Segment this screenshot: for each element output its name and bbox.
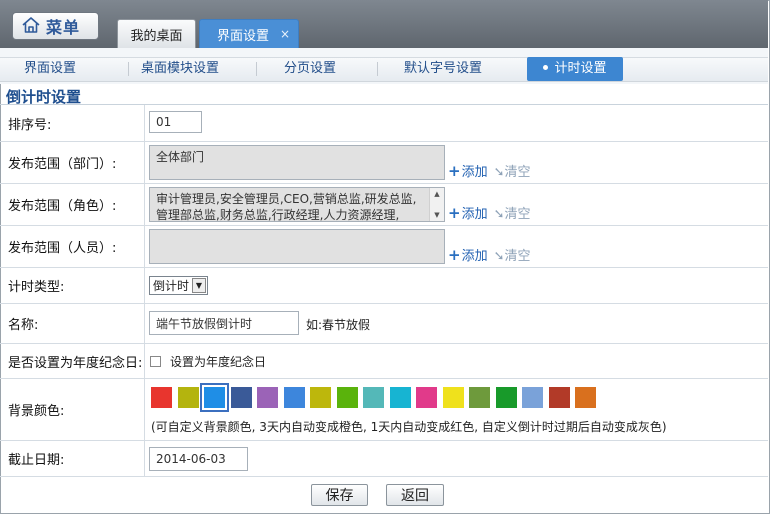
color-swatch[interactable] <box>363 387 384 408</box>
sub-nav: 界面设置 桌面模块设置 分页设置 默认字号设置 计时设置 <box>0 48 768 84</box>
subnav-item-desktop-modules[interactable]: 桌面模块设置 <box>125 57 235 81</box>
color-swatch[interactable] <box>495 387 517 408</box>
color-swatch[interactable] <box>310 387 331 408</box>
subnav-item-font-size[interactable]: 默认字号设置 <box>388 57 498 81</box>
divider <box>377 62 378 76</box>
color-swatch[interactable] <box>522 387 543 408</box>
field-label: 发布范围（角色）: <box>0 184 145 225</box>
add-dept-button[interactable]: +添加 <box>448 161 488 180</box>
clear-label: 清空 <box>504 165 531 180</box>
scroll-up-icon[interactable]: ▲ <box>430 188 444 200</box>
clear-dept-button[interactable]: ➘清空 <box>494 161 531 180</box>
save-button[interactable]: 保存 <box>311 484 368 506</box>
add-label: 添加 <box>461 165 488 180</box>
checkbox-label: 设置为年度纪念日 <box>170 355 267 369</box>
row-role: 发布范围（角色）: 审计管理员,安全管理员,CEO,营销总监,研发总监,管理部总… <box>0 184 768 226</box>
menu-label: 菜单 <box>46 18 81 37</box>
color-swatch[interactable] <box>548 387 570 408</box>
clear-label: 清空 <box>504 207 531 222</box>
top-bar: 菜单 我的桌面 界面设置 × <box>0 0 768 48</box>
tab-ui-settings[interactable]: 界面设置 × <box>199 19 299 48</box>
name-input[interactable]: 端午节放假倒计时 <box>149 311 299 335</box>
select-value: 倒计时 <box>153 279 190 293</box>
color-swatch[interactable] <box>257 387 278 408</box>
row-name: 名称: 端午节放假倒计时 如:春节放假 <box>0 304 768 344</box>
subnav-item-ui-settings[interactable]: 界面设置 <box>5 57 95 81</box>
tab-label: 我的桌面 <box>130 28 183 44</box>
row-timer-type: 计时类型: 倒计时 ▼ <box>0 268 768 304</box>
row-person: 发布范围（人员）: +添加 ➘清空 <box>0 226 768 268</box>
field-label: 背景颜色: <box>0 379 145 440</box>
field-label: 发布范围（人员）: <box>0 226 145 267</box>
row-deadline: 截止日期: 2014-06-03 <box>0 441 768 477</box>
tab-label: 界面设置 <box>217 28 270 44</box>
divider <box>256 62 257 76</box>
plus-icon: + <box>448 162 461 180</box>
add-label: 添加 <box>461 249 488 264</box>
subnav-item-label: 计时设置 <box>554 61 607 76</box>
add-person-button[interactable]: +添加 <box>448 245 488 264</box>
field-label: 发布范围（部门）: <box>0 142 145 183</box>
color-swatch[interactable] <box>283 387 305 408</box>
dept-textarea[interactable]: 全体部门 <box>149 145 445 180</box>
person-textarea[interactable] <box>149 229 445 264</box>
menu-button[interactable]: 菜单 <box>12 12 99 40</box>
arrow-icon: ➘ <box>493 165 505 180</box>
color-swatch[interactable] <box>151 387 172 408</box>
back-button[interactable]: 返回 <box>386 484 444 506</box>
plus-icon: + <box>448 246 461 264</box>
name-example: 如:春节放假 <box>306 318 371 332</box>
color-hint: (可自定义背景颜色, 3天内自动变成橙色, 1天内自动变成红色, 自定义倒计时过… <box>151 420 667 434</box>
subnav-item-paging[interactable]: 分页设置 <box>260 57 360 81</box>
color-swatch[interactable] <box>442 387 464 408</box>
field-label: 截止日期: <box>0 441 145 476</box>
scrollbar[interactable]: ▲ ▼ <box>429 188 444 221</box>
clear-role-button[interactable]: ➘清空 <box>494 203 531 222</box>
color-swatch[interactable] <box>389 387 411 408</box>
subnav-item-timer[interactable]: 计时设置 <box>527 57 623 81</box>
timer-type-select[interactable]: 倒计时 ▼ <box>149 276 208 295</box>
field-label: 计时类型: <box>0 268 145 303</box>
close-icon[interactable]: × <box>280 27 290 41</box>
row-bgcolor: 背景颜色: (可自定义背景颜色, 3天内自动变成橙色, 1天内自动变成红色, 自… <box>0 379 768 441</box>
arrow-icon: ➘ <box>493 249 505 264</box>
color-swatch[interactable] <box>200 383 229 412</box>
field-label: 是否设置为年度纪念日: <box>0 344 145 378</box>
color-swatch[interactable] <box>416 387 437 408</box>
field-label: 名称: <box>0 304 145 343</box>
row-anniversary: 是否设置为年度纪念日: 设置为年度纪念日 <box>0 344 768 379</box>
add-label: 添加 <box>461 207 488 222</box>
scroll-down-icon[interactable]: ▼ <box>430 209 444 221</box>
tab-my-desktop[interactable]: 我的桌面 <box>117 19 196 48</box>
active-dot-icon <box>543 65 549 70</box>
arrow-icon: ➘ <box>493 207 505 222</box>
color-swatch[interactable] <box>177 387 199 408</box>
role-value: 审计管理员,安全管理员,CEO,营销总监,研发总监,管理部总监,财务总监,行政经… <box>156 192 417 222</box>
anniversary-checkbox[interactable] <box>150 356 161 367</box>
deadline-input[interactable]: 2014-06-03 <box>149 447 248 471</box>
add-role-button[interactable]: +添加 <box>448 203 488 222</box>
chevron-down-icon: ▼ <box>192 278 206 293</box>
row-dept: 发布范围（部门）: 全体部门 +添加 ➘清空 <box>0 142 768 184</box>
clear-person-button[interactable]: ➘清空 <box>494 245 531 264</box>
sort-input[interactable]: 01 <box>149 111 202 133</box>
row-sort: 排序号: 01 <box>0 105 768 142</box>
color-swatch[interactable] <box>336 387 358 408</box>
role-textarea[interactable]: 审计管理员,安全管理员,CEO,营销总监,研发总监,管理部总监,财务总监,行政经… <box>149 187 445 222</box>
color-swatch[interactable] <box>575 387 596 408</box>
home-icon <box>21 16 41 37</box>
clear-label: 清空 <box>504 249 531 264</box>
color-swatch[interactable] <box>469 387 490 408</box>
sub-nav-strip <box>0 57 768 82</box>
plus-icon: + <box>448 204 461 222</box>
field-label: 排序号: <box>0 105 145 141</box>
color-swatch[interactable] <box>230 387 252 408</box>
